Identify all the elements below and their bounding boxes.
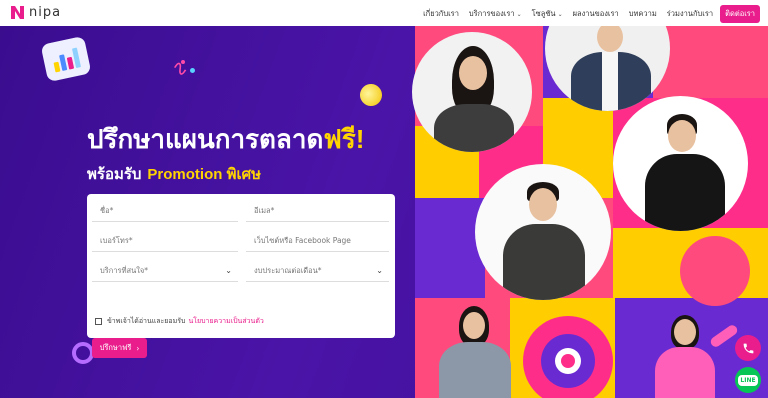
line-icon: LINE: [738, 374, 758, 386]
phone-field[interactable]: เบอร์โทร*: [92, 230, 238, 252]
menu-item-articles[interactable]: บทความ: [629, 8, 657, 20]
service-placeholder: บริการที่สนใจ*: [100, 265, 149, 275]
website-placeholder: เว็บไซต์หรือ Facebook Page: [254, 235, 351, 245]
subhead-main: พร้อมรับ: [87, 166, 142, 183]
email-field[interactable]: อีเมล*: [246, 200, 389, 222]
name-field[interactable]: ชื่อ*: [92, 200, 238, 222]
team-photo-woman-3: [637, 311, 740, 398]
coin-decoration-icon: [356, 80, 386, 110]
name-placeholder: ชื่อ*: [100, 205, 114, 215]
privacy-policy-link[interactable]: นโยบายความเป็นส่วนตัว: [188, 316, 263, 327]
service-select[interactable]: บริการที่สนใจ* ⌄: [92, 260, 238, 282]
menu-label: เกี่ยวกับเรา: [423, 9, 459, 18]
phone-icon: [743, 343, 753, 353]
menu-item-portfolio[interactable]: ผลงานของเรา: [573, 8, 619, 20]
ring-decoration-icon: [72, 342, 94, 364]
target-circle-decoration: [561, 354, 575, 368]
email-placeholder: อีเมล*: [254, 205, 275, 215]
line-chat-button[interactable]: LINE: [735, 367, 761, 393]
chevron-down-icon: ⌄: [516, 10, 522, 18]
team-photo-woman-1: [412, 32, 532, 152]
headline-main: ปรึกษาแผนการตลาด: [87, 124, 324, 154]
menu-label: ผลงานของเรา: [572, 9, 619, 18]
team-collage: [412, 26, 768, 398]
top-navbar: nipa เกี่ยวกับเรา บริการของเรา ⌄ โซลูชัน ⌄…: [0, 0, 768, 26]
menu-label: โซลูชัน: [531, 9, 556, 18]
budget-placeholder: งบประมาณต่อเดือน*: [254, 265, 322, 275]
subhead-promotion: Promotion พิเศษ: [147, 166, 262, 183]
menu-label: บทความ: [628, 9, 657, 18]
team-photo-man-2: [613, 96, 748, 231]
menu-item-solutions[interactable]: โซลูชัน ⌄: [532, 8, 563, 20]
menu-item-careers[interactable]: ร่วมงานกับเรา: [667, 8, 713, 20]
consent-row: ข้าพเจ้าได้อ่านและยอมรับ นโยบายความเป็นส…: [95, 316, 264, 327]
hero-section: ∿ ปรึกษาแผนการตลาดฟรี! พร้อมรับ Promotion…: [0, 26, 768, 398]
menu-label: บริการของเรา: [468, 9, 515, 18]
menu-item-services[interactable]: บริการของเรา ⌄: [469, 8, 522, 20]
hero-headline: ปรึกษาแผนการตลาดฟรี!: [87, 119, 364, 160]
team-photo-woman-2: [435, 298, 515, 398]
team-photo-man-3: [475, 164, 611, 300]
headline-accent: ฟรี!: [323, 124, 365, 154]
logo[interactable]: nipa: [9, 4, 61, 21]
collage-tile: [653, 26, 768, 98]
menu-item-about[interactable]: เกี่ยวกับเรา: [423, 8, 459, 20]
chevron-down-icon: ⌄: [557, 10, 563, 18]
chevron-right-icon: ›: [136, 343, 140, 353]
menu-label: ร่วมงานกับเรา: [666, 9, 714, 18]
collage-tile: [415, 198, 485, 298]
budget-select[interactable]: งบประมาณต่อเดือน* ⌄: [246, 260, 389, 282]
chevron-down-icon: ⌄: [376, 266, 383, 275]
submit-consult-button[interactable]: ปรึกษาฟรี ›: [92, 338, 147, 358]
consent-checkbox[interactable]: [95, 318, 102, 325]
logo-text: nipa: [29, 5, 62, 20]
collage-circle: [680, 236, 750, 306]
website-field[interactable]: เว็บไซต์หรือ Facebook Page: [246, 230, 389, 252]
chevron-down-icon: ⌄: [225, 266, 232, 275]
hero-subhead: พร้อมรับ Promotion พิเศษ: [87, 162, 261, 186]
dot-decoration: [181, 60, 185, 64]
chart-card-decoration-icon: [40, 35, 92, 83]
nipa-logo-icon: [11, 6, 24, 19]
dot-decoration: [190, 68, 195, 73]
main-menu: เกี่ยวกับเรา บริการของเรา ⌄ โซลูชัน ⌄ ผลงา…: [413, 5, 760, 23]
submit-label: ปรึกษาฟรี: [99, 343, 132, 352]
phone-placeholder: เบอร์โทร*: [100, 235, 133, 245]
swirl-decoration-icon: ∿: [168, 53, 193, 83]
phone-call-button[interactable]: [735, 335, 761, 361]
contact-us-button[interactable]: ติดต่อเรา: [720, 5, 760, 23]
consent-text: ข้าพเจ้าได้อ่านและยอมรับ: [107, 317, 186, 325]
consultation-form: ชื่อ* อีเมล* เบอร์โทร* เว็บไซต์หรือ Face…: [87, 194, 395, 358]
